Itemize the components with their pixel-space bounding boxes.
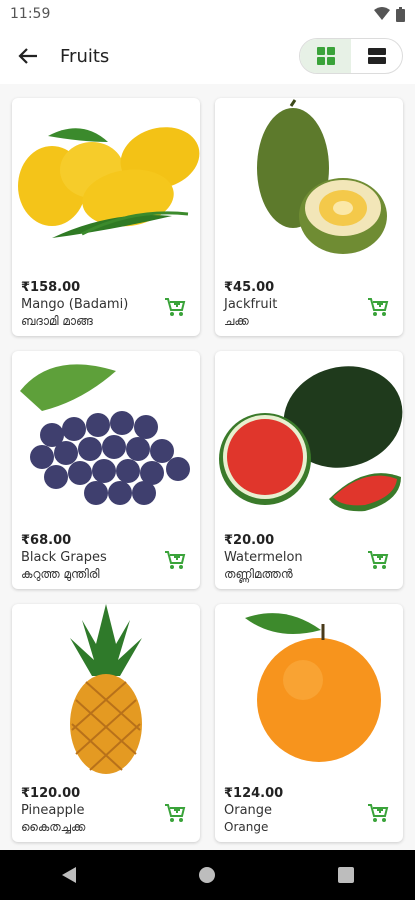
product-price: ₹124.00 [224, 786, 284, 801]
mango-image [18, 127, 200, 238]
page-title: Fruits [60, 45, 110, 67]
status-icons [374, 6, 405, 22]
list-view-button[interactable] [351, 39, 402, 73]
nav-home-button[interactable] [192, 860, 222, 890]
status-bar: 11:59 [0, 0, 415, 28]
product-info: ₹120.00 Pineapple കൈതച്ചക്ക [21, 786, 160, 835]
product-name: Black Grapes [21, 550, 107, 565]
product-price: ₹20.00 [224, 533, 275, 548]
product-name: Orange [224, 803, 273, 818]
product-local-name: Orange [224, 820, 269, 834]
grid-view-button[interactable] [300, 39, 351, 73]
product-price: ₹68.00 [21, 533, 72, 548]
product-info: ₹124.00 Orange Orange [224, 786, 363, 835]
triangle-back-icon [62, 867, 77, 883]
product-card[interactable]: ₹120.00 Pineapple കൈതച്ചക്ക [12, 604, 200, 842]
product-name: Mango (Badami) [21, 297, 129, 312]
pineapple-image [70, 604, 142, 774]
add-to-cart-button[interactable] [162, 547, 188, 573]
view-toggle [299, 38, 403, 74]
product-local-name: തണ്ണിമത്തൻ [224, 567, 293, 581]
battery-icon [396, 6, 405, 22]
square-recents-icon [337, 867, 354, 883]
product-price: ₹158.00 [21, 280, 81, 295]
product-info: ₹68.00 Black Grapes കറുത്ത മുന്തിരി [21, 533, 160, 582]
product-price: ₹120.00 [21, 786, 81, 801]
status-time: 11:59 [10, 6, 51, 22]
product-local-name: ചക്ക [224, 314, 249, 328]
nav-recents-button[interactable] [331, 860, 361, 890]
circle-home-icon [199, 867, 216, 883]
add-to-cart-button[interactable] [365, 800, 391, 826]
app-bar: Fruits [0, 28, 415, 84]
product-card[interactable]: ₹20.00 Watermelon തണ്ണിമത്തൻ [215, 351, 403, 589]
cart-add-icon [165, 804, 186, 822]
cart-add-icon [165, 551, 186, 569]
product-info: ₹158.00 Mango (Badami) ബദാമി മാങ്ങ [21, 280, 160, 329]
add-to-cart-button[interactable] [365, 294, 391, 320]
product-price: ₹45.00 [224, 280, 275, 295]
product-name: Pineapple [21, 803, 85, 818]
product-grid: ₹158.00 Mango (Badami) ബദാമി മാങ്ങ ₹45.0… [12, 98, 403, 842]
list-icon [367, 48, 386, 64]
system-nav-bar [0, 850, 415, 900]
grapes-image [20, 364, 190, 505]
cart-add-icon [368, 298, 389, 316]
back-button[interactable] [0, 28, 56, 84]
product-name: Watermelon [224, 550, 303, 565]
product-name: Jackfruit [224, 297, 278, 312]
nav-back-button[interactable] [54, 860, 84, 890]
cart-add-icon [165, 298, 186, 316]
watermelon-image [219, 366, 403, 512]
product-info: ₹45.00 Jackfruit ചക്ക [224, 280, 363, 329]
product-local-name: കൈതച്ചക്ക [21, 820, 86, 834]
product-card[interactable]: ₹124.00 Orange Orange [215, 604, 403, 842]
add-to-cart-button[interactable] [365, 547, 391, 573]
jackfruit-image [257, 99, 387, 254]
grid-icon [316, 47, 335, 65]
wifi-icon [374, 7, 390, 20]
product-card[interactable]: ₹68.00 Black Grapes കറുത്ത മുന്തിരി [12, 351, 200, 589]
add-to-cart-button[interactable] [162, 294, 188, 320]
add-to-cart-button[interactable] [162, 800, 188, 826]
product-local-name: കറുത്ത മുന്തിരി [21, 567, 100, 581]
arrow-left-icon [18, 48, 37, 64]
cart-add-icon [368, 551, 389, 569]
product-info: ₹20.00 Watermelon തണ്ണിമത്തൻ [224, 533, 363, 582]
cart-add-icon [368, 804, 389, 822]
product-local-name: ബദാമി മാങ്ങ [21, 314, 93, 328]
product-card[interactable]: ₹158.00 Mango (Badami) ബദാമി മാങ്ങ [12, 98, 200, 336]
orange-image [245, 613, 381, 762]
product-card[interactable]: ₹45.00 Jackfruit ചക്ക [215, 98, 403, 336]
